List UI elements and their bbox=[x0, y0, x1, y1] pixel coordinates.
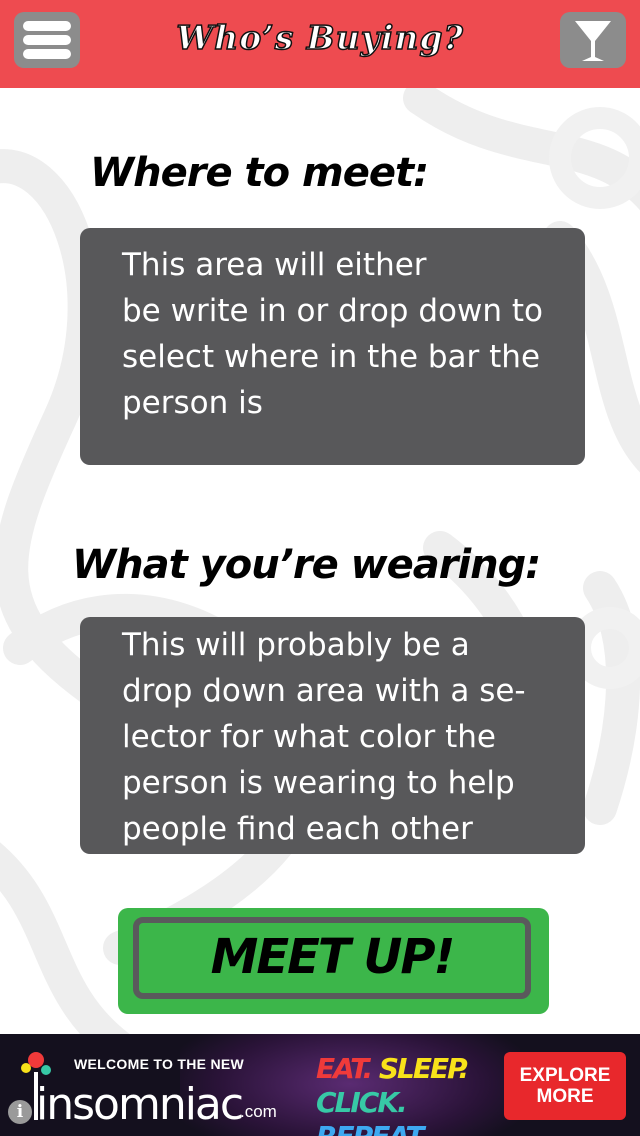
ad-brand-suffix: .com bbox=[240, 1102, 277, 1121]
ad-slogan-repeat: REPEAT. bbox=[316, 1120, 428, 1136]
ad-slogan-click: CLICK. bbox=[316, 1086, 408, 1119]
ad-cta-line-1: EXPLORE bbox=[519, 1065, 611, 1086]
where-line-2: be write in or drop down to bbox=[122, 293, 543, 329]
ad-cta-line-2: MORE bbox=[536, 1086, 594, 1107]
menu-button[interactable] bbox=[14, 12, 80, 68]
wearing-line-5: people find each other bbox=[122, 811, 473, 847]
app-header: Who’s Buying? bbox=[0, 0, 640, 88]
martini-glass-icon bbox=[575, 21, 611, 61]
ad-slogan-eat: EAT. bbox=[316, 1052, 373, 1085]
where-to-meet-field[interactable]: This area will either be write in or dro… bbox=[80, 228, 585, 465]
ad-info-icon[interactable]: i bbox=[8, 1100, 32, 1124]
wearing-line-2: drop down area with a se- bbox=[122, 673, 526, 709]
meet-up-button-inner: MEET UP! bbox=[133, 917, 531, 999]
page-title: Who’s Buying? bbox=[175, 17, 464, 58]
advertisement-banner[interactable]: WELCOME TO THE NEW insomniac .com EAT. S… bbox=[0, 1034, 640, 1136]
where-line-4: person is bbox=[122, 385, 263, 421]
wearing-line-4: person is wearing to help bbox=[122, 765, 515, 801]
wearing-line-3: lector for what color the bbox=[122, 719, 496, 755]
ad-explore-more-button[interactable]: EXPLORE MORE bbox=[504, 1052, 626, 1120]
what-youre-wearing-field[interactable]: This will probably be a drop down area w… bbox=[80, 617, 585, 854]
where-to-meet-label: Where to meet: bbox=[90, 150, 429, 196]
what-youre-wearing-label: What you’re wearing: bbox=[72, 542, 541, 588]
drink-button[interactable] bbox=[560, 12, 626, 68]
wearing-line-1: This will probably be a bbox=[122, 627, 470, 663]
ad-welcome-text: WELCOME TO THE NEW bbox=[74, 1056, 245, 1072]
meet-up-button[interactable]: MEET UP! bbox=[118, 908, 549, 1014]
ad-slogan-sleep: SLEEP. bbox=[378, 1052, 469, 1085]
ad-brand-name: insomniac bbox=[36, 1079, 244, 1130]
meet-up-label: MEET UP! bbox=[210, 929, 456, 985]
where-line-1: This area will either bbox=[122, 247, 427, 283]
where-line-3: select where in the bar the bbox=[122, 339, 541, 375]
ad-slogan: EAT. SLEEP. CLICK. REPEAT. bbox=[316, 1052, 486, 1136]
